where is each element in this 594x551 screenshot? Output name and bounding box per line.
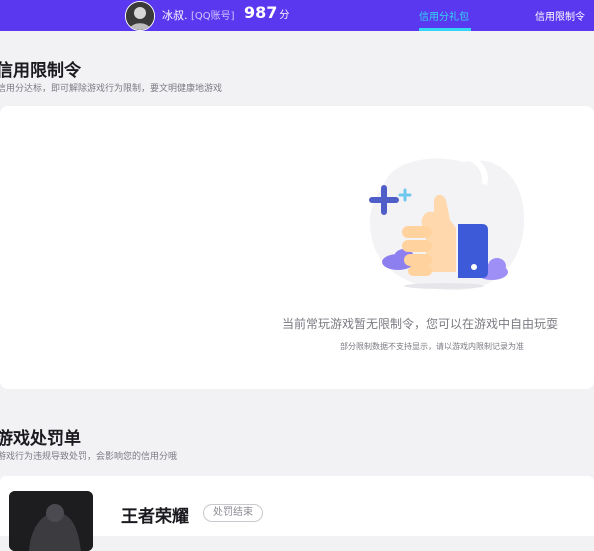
penalty-status-badge: 处罚结束 xyxy=(203,504,263,522)
empty-state-note: 部分限制数据不支持显示，请以游戏内限制记录为准 xyxy=(340,342,524,351)
restriction-card: 当前常玩游戏暂无限制令，您可以在游戏中自由玩耍 部分限制数据不支持显示，请以游戏… xyxy=(0,106,594,389)
game-thumbnail xyxy=(9,491,93,551)
credit-score-unit: 分 xyxy=(279,10,290,21)
credit-score-value: 987 xyxy=(244,3,278,22)
penalty-section-title: 游戏处罚单 xyxy=(0,429,81,449)
nav-tab-credit-gift[interactable]: 信用分礼包 xyxy=(419,8,469,23)
credit-score: 987 分 xyxy=(244,3,289,22)
user-nickname: 冰叔. [QQ账号] xyxy=(162,7,235,23)
nav-tab-credit-restriction[interactable]: 信用限制令 xyxy=(535,8,585,23)
penalty-section-subtitle: 游戏行为违规导致处罚，会影响您的信用分哦 xyxy=(0,452,178,462)
nickname-text: 冰叔. xyxy=(162,9,188,22)
thumbs-up-illustration xyxy=(364,154,526,294)
nav-active-indicator xyxy=(419,28,471,31)
top-bar: 冰叔. [QQ账号] 987 分 信用分礼包 信用限制令 xyxy=(0,0,594,31)
avatar[interactable] xyxy=(125,1,155,31)
restriction-section-subtitle: 信用分达标，即可解除游戏行为限制，要文明健康地游戏 xyxy=(0,84,223,94)
account-type-label: [QQ账号] xyxy=(191,11,235,22)
penalty-card[interactable]: 王者荣耀 处罚结束 xyxy=(0,476,594,551)
restriction-section-title: 信用限制令 xyxy=(0,61,81,81)
game-name: 王者荣耀 xyxy=(121,507,189,527)
empty-state-message: 当前常玩游戏暂无限制令，您可以在游戏中自由玩耍 xyxy=(282,317,559,331)
